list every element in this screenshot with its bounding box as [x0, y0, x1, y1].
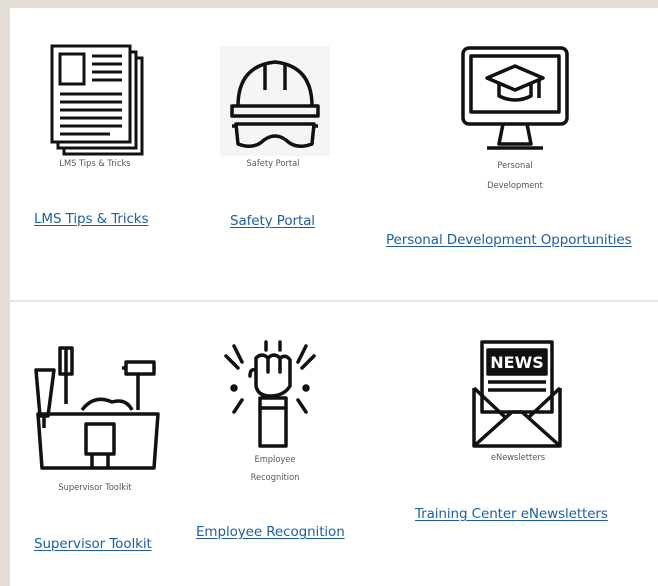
tile-caption: eNewsletters — [490, 453, 546, 463]
tile-caption: LMS Tips & Tricks — [59, 159, 131, 169]
news-icon-text: NEWS — [490, 353, 544, 372]
supervisor-toolkit-link[interactable]: Supervisor Toolkit — [34, 536, 152, 552]
section-divider — [10, 300, 658, 302]
tile-caption-line2: Recognition — [250, 473, 300, 483]
toolbox-icon[interactable] — [32, 344, 164, 472]
tile-caption-line1: Employee — [254, 455, 296, 465]
lms-tips-link[interactable]: LMS Tips & Tricks — [34, 211, 149, 227]
links-panel: LMS Tips & Tricks LMS Tips & Tricks Safe… — [10, 8, 658, 586]
employee-recognition-link[interactable]: Employee Recognition — [196, 524, 345, 540]
tile-caption-line2: Development — [487, 181, 543, 191]
training-center-enewsletters-link[interactable]: Training Center eNewsletters — [415, 506, 608, 522]
safety-portal-link[interactable]: Safety Portal — [230, 213, 315, 229]
tile-caption: Safety Portal — [246, 159, 300, 169]
personal-development-link[interactable]: Personal Development Opportunities — [386, 232, 632, 248]
tile-caption: Supervisor Toolkit — [58, 483, 132, 493]
raised-fist-icon[interactable] — [220, 340, 320, 448]
tile-caption-line1: Personal — [497, 161, 533, 171]
hard-hat-goggles-icon[interactable] — [220, 46, 330, 156]
monitor-graduation-cap-icon[interactable] — [457, 44, 571, 156]
news-envelope-icon[interactable]: NEWS — [470, 338, 564, 450]
newspaper-stack-icon[interactable] — [50, 44, 150, 160]
